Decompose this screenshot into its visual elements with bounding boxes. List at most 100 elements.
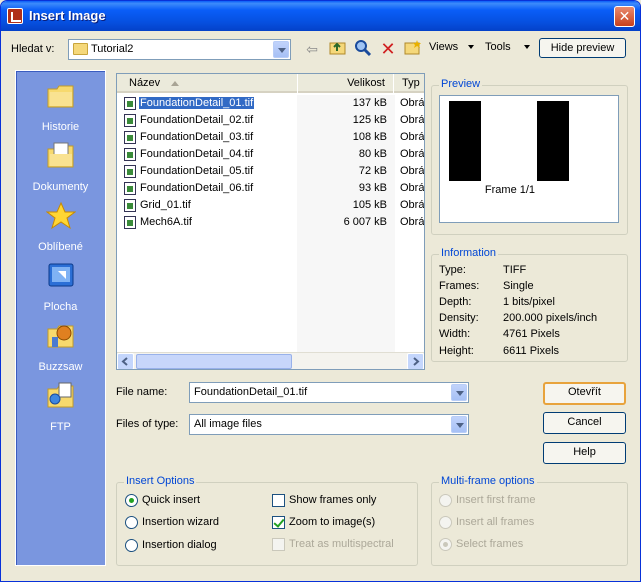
info-width-label: Width:	[439, 328, 471, 340]
views-arrow-icon[interactable]	[468, 45, 474, 49]
column-header-type[interactable]: Typ	[394, 74, 424, 93]
app-icon	[7, 8, 23, 24]
column-header-name[interactable]: Název	[117, 74, 297, 93]
insert-all-frames-radio	[439, 516, 452, 529]
filename-combo[interactable]: FoundationDetail_01.tif	[189, 382, 469, 403]
history-folder-icon	[46, 81, 76, 111]
folder-icon	[73, 43, 88, 55]
zoom-to-image-checkbox[interactable]	[272, 516, 285, 529]
preview-title: Preview	[439, 78, 483, 90]
info-depth-value: 1 bits/pixel	[503, 296, 555, 308]
insert-image-dialog: Insert Image ✕ Hledat v: Tutorial2 ⇦ ✕ V…	[0, 0, 641, 582]
buzzsaw-icon	[46, 321, 76, 351]
filetype-value: All image files	[194, 418, 262, 430]
column-header-size[interactable]: Velikost	[298, 74, 393, 93]
insertion-dialog-radio[interactable]	[125, 539, 138, 552]
back-icon[interactable]: ⇦	[302, 39, 322, 59]
file-row[interactable]: FoundationDetail_01.tif 137 kB Obrá	[117, 95, 424, 112]
file-row[interactable]: FoundationDetail_04.tif 80 kB Obrá	[117, 146, 424, 163]
tif-file-icon	[124, 216, 136, 229]
treat-multispectral-label: Treat as multispectral	[289, 538, 394, 550]
quick-insert-label[interactable]: Quick insert	[142, 494, 200, 506]
file-list[interactable]: Název Velikost Typ FoundationDetail_01.t…	[116, 73, 425, 370]
tools-menu[interactable]: Tools	[485, 41, 511, 53]
tif-file-icon	[124, 97, 136, 110]
scroll-thumb[interactable]	[136, 354, 292, 369]
ftp-icon	[46, 381, 76, 411]
preview-bar-left	[449, 101, 481, 181]
place-label: Historie	[41, 121, 80, 133]
tif-file-icon	[124, 114, 136, 127]
help-button[interactable]: Help	[543, 442, 626, 464]
filetype-combo[interactable]: All image files	[189, 414, 469, 435]
info-density-value: 200.000 pixels/inch	[503, 312, 598, 324]
insertion-wizard-label[interactable]: Insertion wizard	[142, 516, 219, 528]
file-row[interactable]: FoundationDetail_02.tif 125 kB Obrá	[117, 112, 424, 129]
quick-insert-radio[interactable]	[125, 494, 138, 507]
select-frames-label: Select frames	[456, 538, 524, 550]
file-row[interactable]: Grid_01.tif 105 kB Obrá	[117, 197, 424, 214]
info-frames-label: Frames:	[439, 280, 480, 292]
file-row[interactable]: FoundationDetail_05.tif 72 kB Obrá	[117, 163, 424, 180]
file-row[interactable]: Mech6A.tif 6 007 kB Obrá	[117, 214, 424, 231]
scroll-right-icon[interactable]	[407, 353, 424, 369]
filetype-label: Files of type:	[116, 418, 179, 430]
filename-value: FoundationDetail_01.tif	[194, 386, 308, 398]
preview-caption: Frame 1/1	[484, 184, 536, 196]
info-density-label: Density:	[439, 312, 479, 324]
horizontal-scrollbar[interactable]	[117, 352, 424, 369]
lookin-label: Hledat v:	[11, 43, 55, 55]
places-bar: Historie Dokumenty Oblíbené Plocha Buzzs…	[15, 70, 106, 566]
chevron-down-icon[interactable]	[451, 416, 467, 433]
delete-icon[interactable]: ✕	[378, 39, 398, 59]
preview-bar-right	[537, 101, 569, 181]
file-row[interactable]: FoundationDetail_03.tif 108 kB Obrá	[117, 129, 424, 146]
treat-multispectral-checkbox	[272, 538, 285, 551]
cancel-button[interactable]: Cancel	[543, 412, 626, 434]
desktop-icon	[46, 261, 76, 291]
show-frames-only-label[interactable]: Show frames only	[289, 494, 376, 506]
up-folder-icon[interactable]	[328, 39, 348, 59]
open-button[interactable]: Otevřít	[543, 382, 626, 405]
filename-label: File name:	[116, 386, 168, 398]
search-web-icon[interactable]	[353, 39, 373, 59]
information-title: Information	[439, 247, 499, 259]
tif-file-icon	[124, 182, 136, 195]
tools-arrow-icon[interactable]	[524, 45, 530, 49]
place-label: Oblíbené	[38, 241, 83, 253]
chevron-down-icon[interactable]	[451, 384, 467, 401]
lookin-combo[interactable]: Tutorial2	[68, 39, 291, 60]
insert-options-title: Insert Options	[124, 475, 197, 487]
insert-first-frame-radio	[439, 494, 452, 507]
select-frames-radio	[439, 538, 452, 551]
title-bar[interactable]: Insert Image ✕	[1, 1, 640, 31]
documents-folder-icon	[46, 141, 76, 171]
hide-preview-button[interactable]: Hide preview	[539, 38, 626, 58]
file-row[interactable]: FoundationDetail_06.tif 93 kB Obrá	[117, 180, 424, 197]
views-menu[interactable]: Views	[429, 41, 458, 53]
scroll-left-icon[interactable]	[117, 353, 134, 369]
info-type-value: TIFF	[503, 264, 527, 276]
preview-image: Frame 1/1	[439, 95, 619, 223]
info-depth-label: Depth:	[439, 296, 472, 308]
tif-file-icon	[124, 131, 136, 144]
info-height-value: 6611 Pixels	[503, 345, 560, 357]
insert-first-frame-label: Insert first frame	[456, 494, 536, 506]
window-title: Insert Image	[29, 8, 106, 23]
info-width-value: 4761 Pixels	[503, 328, 560, 340]
insertion-wizard-radio[interactable]	[125, 516, 138, 529]
place-label: FTP	[50, 421, 71, 433]
close-button[interactable]: ✕	[614, 6, 635, 27]
new-folder-icon[interactable]	[403, 39, 423, 59]
show-frames-only-checkbox[interactable]	[272, 494, 285, 507]
zoom-to-image-label[interactable]: Zoom to image(s)	[289, 516, 375, 528]
tif-file-icon	[124, 199, 136, 212]
tif-file-icon	[124, 165, 136, 178]
insert-all-frames-label: Insert all frames	[456, 516, 535, 528]
chevron-down-icon[interactable]	[273, 41, 289, 58]
multiframe-options-title: Multi-frame options	[439, 475, 537, 487]
info-frames-value: Single	[503, 280, 534, 292]
insertion-dialog-label[interactable]: Insertion dialog	[142, 539, 217, 551]
info-type-label: Type:	[439, 264, 466, 276]
place-label: Dokumenty	[32, 181, 89, 193]
